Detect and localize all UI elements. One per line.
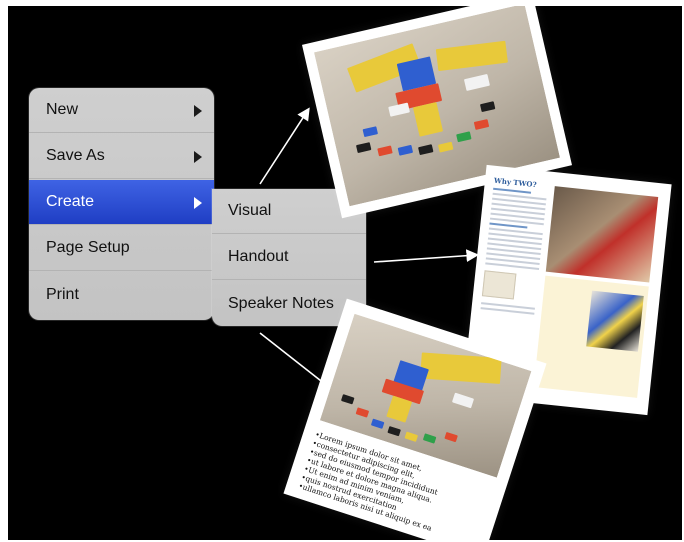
menu-item-label: Print xyxy=(46,285,79,303)
menu-item-label: Page Setup xyxy=(46,239,130,256)
arrow-to-handout xyxy=(373,249,480,263)
lego-robot-thumbnail xyxy=(586,290,644,352)
menu-item-print[interactable]: Print xyxy=(29,272,214,317)
submenu-arrow-icon xyxy=(194,197,202,209)
menu-item-label: New xyxy=(46,101,79,118)
submenu-item-handout[interactable]: Handout xyxy=(212,235,366,280)
arrow-to-visual xyxy=(259,107,310,185)
menu-item-page-setup[interactable]: Page Setup xyxy=(29,226,214,271)
menu-item-create[interactable]: Create xyxy=(29,180,214,225)
menu-item-new[interactable]: New xyxy=(29,88,214,133)
menu-item-save-as[interactable]: Save As xyxy=(29,134,214,179)
submenu-item-label: Handout xyxy=(228,248,289,265)
submenu-arrow-icon xyxy=(194,105,202,117)
menu-item-label: Save As xyxy=(46,147,105,164)
submenu-item-label: Visual xyxy=(228,202,272,219)
group-photo-image xyxy=(545,186,659,283)
handout-image-column xyxy=(533,182,659,402)
submenu-item-label: Speaker Notes xyxy=(228,294,334,312)
presentation-canvas: New Save As Create Page Setup Print Visu… xyxy=(8,6,682,540)
menu-item-label: Create xyxy=(46,193,95,210)
submenu-arrow-icon xyxy=(194,151,202,163)
main-menu: New Save As Create Page Setup Print xyxy=(29,88,214,320)
